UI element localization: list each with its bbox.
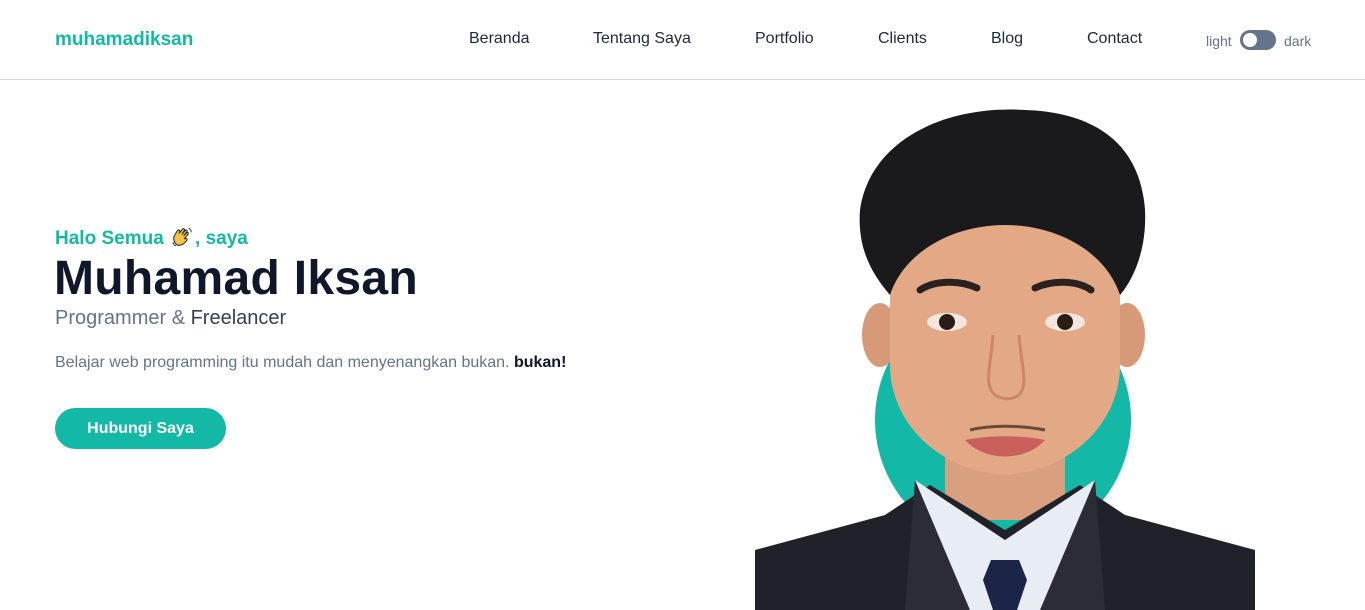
nav-link-beranda[interactable]: Beranda (469, 30, 530, 48)
theme-toggle: light dark (1206, 30, 1316, 50)
description-bold: bukan! (513, 354, 567, 371)
hero-greeting: Halo Semua , saya (55, 226, 248, 250)
greeting-suffix: , saya (195, 228, 248, 249)
role-primary: Programmer & (55, 307, 186, 329)
greeting-text: Halo Semua (55, 228, 164, 249)
hero-name: Muhamad Iksan (54, 252, 418, 305)
waving-hand-icon (172, 227, 192, 247)
description-text: Belajar web programming itu mudah dan me… (55, 354, 510, 371)
hero-role: Programmer & Freelancer (55, 307, 286, 330)
toggle-knob (1243, 33, 1257, 47)
nav-link-clients[interactable]: Clients (878, 30, 927, 48)
nav-link-tentang-saya[interactable]: Tentang Saya (593, 30, 691, 48)
theme-light-label: light (1206, 33, 1232, 49)
main-nav: Beranda Tentang Saya Portfolio Clients B… (0, 30, 1365, 50)
theme-dark-label: dark (1284, 33, 1312, 49)
contact-button[interactable]: Hubungi Saya (55, 408, 226, 449)
theme-toggle-switch[interactable] (1240, 30, 1276, 50)
site-header: muhamadiksan Beranda Tentang Saya Portfo… (0, 0, 1365, 80)
nav-link-blog[interactable]: Blog (991, 30, 1023, 48)
hero-description: Belajar web programming itu mudah dan me… (55, 354, 566, 372)
nav-link-portfolio[interactable]: Portfolio (755, 30, 814, 48)
profile-photo (755, 109, 1255, 610)
role-secondary: Freelancer (190, 307, 287, 329)
nav-link-contact[interactable]: Contact (1087, 30, 1142, 48)
